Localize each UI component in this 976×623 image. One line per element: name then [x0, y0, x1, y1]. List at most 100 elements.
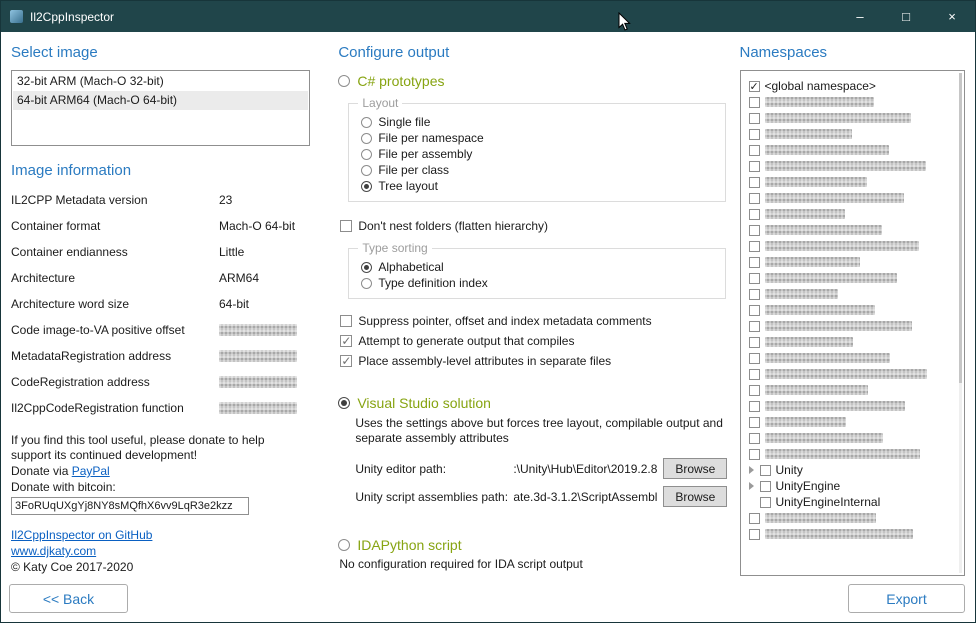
- layout-option[interactable]: Tree layout: [361, 178, 717, 194]
- namespace-checkbox[interactable]: [749, 433, 760, 444]
- namespace-item[interactable]: [749, 158, 955, 174]
- back-button[interactable]: << Back: [9, 584, 128, 613]
- namespace-item[interactable]: <global namespace>: [749, 78, 955, 94]
- namespace-item[interactable]: [749, 206, 955, 222]
- type-sorting-option[interactable]: Type definition index: [361, 275, 717, 291]
- namespace-item[interactable]: Unity: [749, 462, 955, 478]
- checkbox-row[interactable]: Don't nest folders (flatten hierarchy): [340, 218, 727, 234]
- namespace-item[interactable]: [749, 286, 955, 302]
- namespace-item[interactable]: [749, 254, 955, 270]
- namespace-item[interactable]: [749, 270, 955, 286]
- namespace-item[interactable]: [749, 430, 955, 446]
- namespace-item[interactable]: [749, 302, 955, 318]
- namespace-checkbox[interactable]: [749, 129, 760, 140]
- namespace-checkbox[interactable]: [749, 273, 760, 284]
- namespace-item[interactable]: [749, 318, 955, 334]
- namespace-checkbox-checked[interactable]: [749, 81, 760, 92]
- namespace-checkbox[interactable]: [749, 193, 760, 204]
- namespace-checkbox[interactable]: [749, 97, 760, 108]
- visual-studio-option[interactable]: Visual Studio solution: [338, 395, 727, 411]
- namespace-checkbox[interactable]: [749, 513, 760, 524]
- website-link[interactable]: www.djkaty.com: [11, 543, 96, 559]
- layout-option[interactable]: Single file: [361, 114, 717, 130]
- paypal-link[interactable]: PayPal: [72, 464, 110, 478]
- namespace-item[interactable]: [749, 398, 955, 414]
- namespace-checkbox[interactable]: [749, 161, 760, 172]
- namespace-checkbox[interactable]: [749, 289, 760, 300]
- radio-unselected-icon: [338, 75, 350, 87]
- github-link[interactable]: Il2CppInspector on GitHub: [11, 527, 152, 543]
- expander-icon[interactable]: [749, 482, 754, 490]
- namespace-checkbox[interactable]: [749, 529, 760, 540]
- namespace-checkbox[interactable]: [749, 417, 760, 428]
- namespace-item[interactable]: UnityEngine: [749, 478, 955, 494]
- browse-script-button[interactable]: Browse: [663, 486, 727, 507]
- namespace-item[interactable]: [749, 366, 955, 382]
- namespace-item[interactable]: [749, 526, 955, 542]
- namespace-item[interactable]: [749, 110, 955, 126]
- namespace-checkbox[interactable]: [749, 145, 760, 156]
- checkbox-row[interactable]: Suppress pointer, offset and index metad…: [340, 313, 727, 329]
- title-bar[interactable]: Il2CppInspector – □ ×: [1, 1, 975, 32]
- namespace-checkbox[interactable]: [749, 321, 760, 332]
- info-value: Little: [219, 245, 244, 259]
- namespace-item[interactable]: [749, 414, 955, 430]
- namespace-checkbox[interactable]: [749, 353, 760, 364]
- info-label: MetadataRegistration address: [11, 349, 219, 363]
- scrollbar-thumb[interactable]: [959, 73, 962, 383]
- namespace-item[interactable]: [749, 222, 955, 238]
- checkbox-row[interactable]: Attempt to generate output that compiles: [340, 333, 727, 349]
- namespace-item[interactable]: UnityEngineInternal: [749, 494, 955, 510]
- close-button[interactable]: ×: [929, 1, 975, 32]
- layout-option[interactable]: File per namespace: [361, 130, 717, 146]
- type-sorting-option[interactable]: Alphabetical: [361, 259, 717, 275]
- namespace-item[interactable]: [749, 350, 955, 366]
- radio-label: File per namespace: [378, 131, 483, 145]
- namespace-checkbox[interactable]: [749, 241, 760, 252]
- image-list-item[interactable]: 64-bit ARM64 (Mach-O 64-bit): [13, 91, 308, 110]
- namespace-checkbox[interactable]: [749, 385, 760, 396]
- namespace-checkbox[interactable]: [749, 369, 760, 380]
- layout-option[interactable]: File per assembly: [361, 146, 717, 162]
- namespace-checkbox[interactable]: [760, 465, 771, 476]
- namespace-item[interactable]: [749, 334, 955, 350]
- export-button[interactable]: Export: [848, 584, 965, 613]
- namespace-checkbox[interactable]: [749, 177, 760, 188]
- redacted-namespace: [765, 225, 882, 235]
- radio-label: File per class: [378, 163, 449, 177]
- namespace-item[interactable]: [749, 382, 955, 398]
- namespace-checkbox[interactable]: [749, 305, 760, 316]
- maximize-button[interactable]: □: [883, 1, 929, 32]
- namespace-checkbox[interactable]: [749, 209, 760, 220]
- checkbox-row[interactable]: Place assembly-level attributes in separ…: [340, 353, 727, 369]
- namespace-item[interactable]: [749, 510, 955, 526]
- namespace-checkbox[interactable]: [749, 257, 760, 268]
- namespace-item[interactable]: [749, 174, 955, 190]
- idapython-option[interactable]: IDAPython script: [338, 537, 727, 553]
- namespace-item[interactable]: [749, 142, 955, 158]
- namespace-checkbox[interactable]: [749, 225, 760, 236]
- namespace-checkbox[interactable]: [760, 481, 771, 492]
- browse-editor-button[interactable]: Browse: [663, 458, 727, 479]
- scrollbar[interactable]: [959, 73, 962, 573]
- namespace-item[interactable]: [749, 94, 955, 110]
- footer-links: Il2CppInspector on GitHub www.djkaty.com…: [11, 527, 310, 576]
- namespace-item[interactable]: [749, 190, 955, 206]
- redacted-namespace: [765, 337, 853, 347]
- expander-icon[interactable]: [749, 466, 754, 474]
- namespace-item[interactable]: [749, 238, 955, 254]
- namespace-tree[interactable]: <global namespace> UnityUnityEngineUnityE…: [740, 70, 966, 576]
- image-list[interactable]: 32-bit ARM (Mach-O 32-bit)64-bit ARM64 (…: [11, 70, 310, 146]
- image-list-item[interactable]: 32-bit ARM (Mach-O 32-bit): [13, 72, 308, 91]
- namespace-checkbox[interactable]: [749, 449, 760, 460]
- bitcoin-address-input[interactable]: [11, 497, 249, 515]
- namespace-checkbox[interactable]: [749, 113, 760, 124]
- namespace-item[interactable]: [749, 126, 955, 142]
- minimize-button[interactable]: –: [837, 1, 883, 32]
- csharp-prototypes-option[interactable]: C# prototypes: [338, 73, 727, 89]
- namespace-checkbox[interactable]: [749, 337, 760, 348]
- layout-option[interactable]: File per class: [361, 162, 717, 178]
- namespace-item[interactable]: [749, 446, 955, 462]
- namespace-checkbox[interactable]: [760, 497, 771, 508]
- namespace-checkbox[interactable]: [749, 401, 760, 412]
